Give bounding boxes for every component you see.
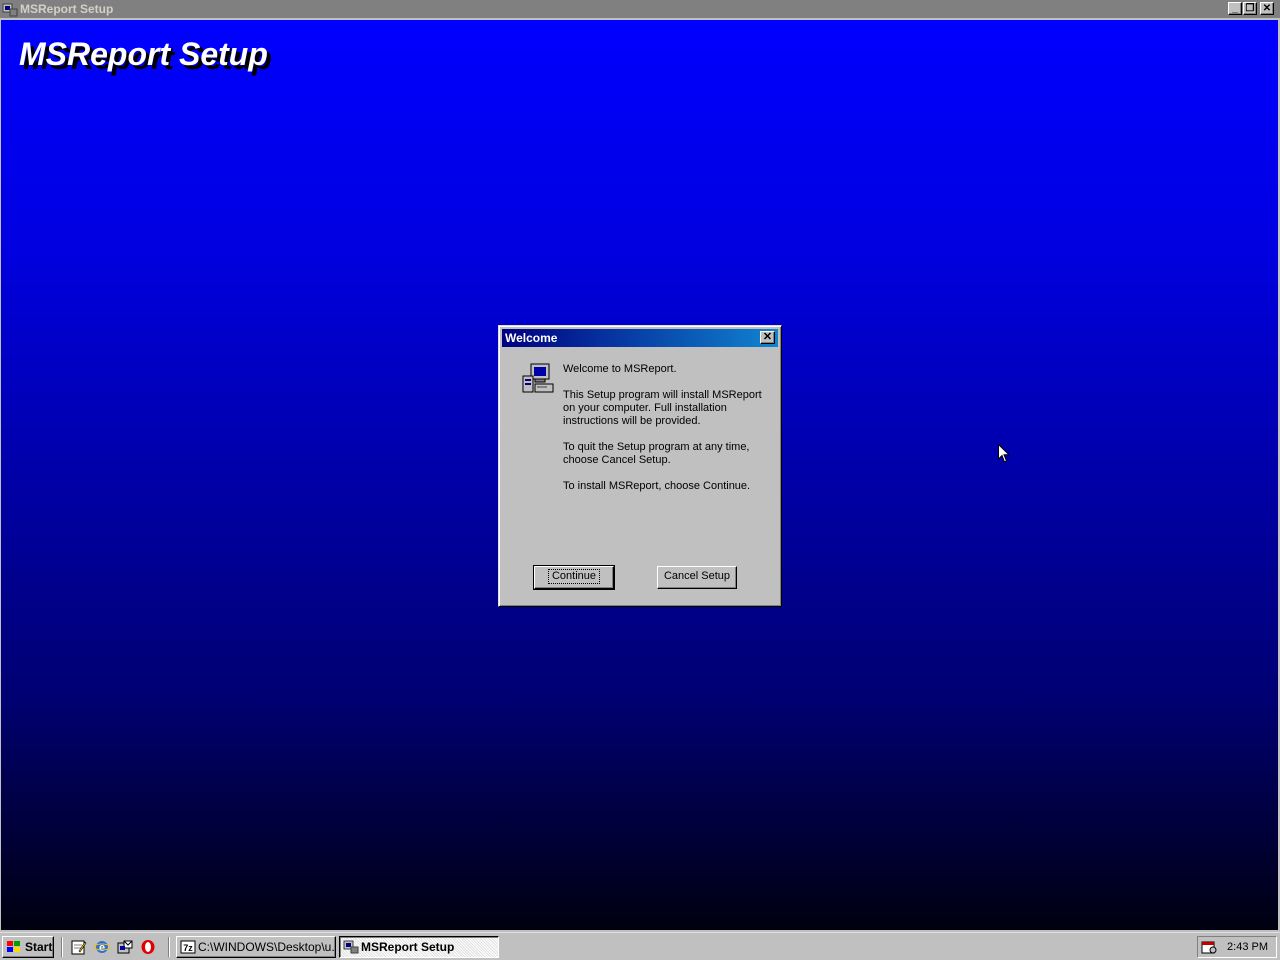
- window-titlebar[interactable]: MSReport Setup _ ❐ ✕: [0, 0, 1280, 18]
- welcome-line: Welcome to MSReport.: [563, 363, 677, 375]
- close-window-button[interactable]: ✕: [1260, 2, 1274, 15]
- task-button-msreport-setup[interactable]: MSReport Setup: [339, 936, 499, 958]
- taskbar-separator: [168, 937, 170, 957]
- continue-paragraph: To install MSReport, choose Continue.: [563, 480, 751, 492]
- setup-computer-icon: [522, 363, 554, 393]
- app-banner-title: MSReport Setup: [19, 36, 268, 72]
- system-tray: 2:43 PM: [1197, 936, 1277, 958]
- install-paragraph: This Setup program will install MSReport…: [563, 389, 762, 427]
- taskbar: Start e 7z C:\WINDOWS\Desktop\u... MSRep…: [0, 932, 1280, 960]
- start-button[interactable]: Start: [2, 936, 54, 958]
- taskbar-separator: [61, 937, 63, 957]
- quit-paragraph: To quit the Setup program at any time, c…: [563, 441, 750, 466]
- task-button-label: MSReport Setup: [361, 940, 455, 954]
- clock[interactable]: 2:43 PM: [1227, 941, 1268, 953]
- windows-logo-icon: [7, 941, 20, 952]
- dialog-titlebar[interactable]: Welcome ✕: [502, 329, 778, 347]
- opera-icon[interactable]: [140, 939, 156, 955]
- outlook-icon[interactable]: [117, 939, 133, 955]
- continue-button-label: Continue: [547, 569, 601, 584]
- task-button-desktop-folder[interactable]: 7z C:\WINDOWS\Desktop\u...: [176, 936, 336, 958]
- start-label: Start: [25, 940, 53, 954]
- 7zip-icon: 7z: [180, 940, 196, 954]
- cancel-setup-button-label: Cancel Setup: [663, 570, 731, 582]
- window-title: MSReport Setup: [20, 2, 114, 16]
- task-button-label: C:\WINDOWS\Desktop\u...: [198, 940, 336, 954]
- edit-icon[interactable]: [71, 939, 87, 955]
- welcome-dialog: Welcome ✕ Welcome to MSReport. This Setu…: [498, 325, 782, 607]
- dialog-message: Welcome to MSReport. This Setup program …: [563, 363, 763, 506]
- ie-icon[interactable]: e: [94, 939, 110, 955]
- restore-button[interactable]: ❐: [1243, 2, 1257, 15]
- dialog-close-button[interactable]: ✕: [760, 331, 775, 344]
- mouse-cursor-icon: [998, 444, 1010, 463]
- setup-icon: [343, 940, 359, 954]
- minimize-button[interactable]: _: [1228, 2, 1242, 15]
- svg-text:7z: 7z: [183, 943, 193, 953]
- cancel-setup-button[interactable]: Cancel Setup: [657, 566, 737, 589]
- dialog-title: Welcome: [505, 331, 558, 345]
- setup-icon: [2, 3, 18, 17]
- scheduler-icon[interactable]: [1201, 940, 1217, 954]
- continue-button[interactable]: Continue: [533, 565, 615, 590]
